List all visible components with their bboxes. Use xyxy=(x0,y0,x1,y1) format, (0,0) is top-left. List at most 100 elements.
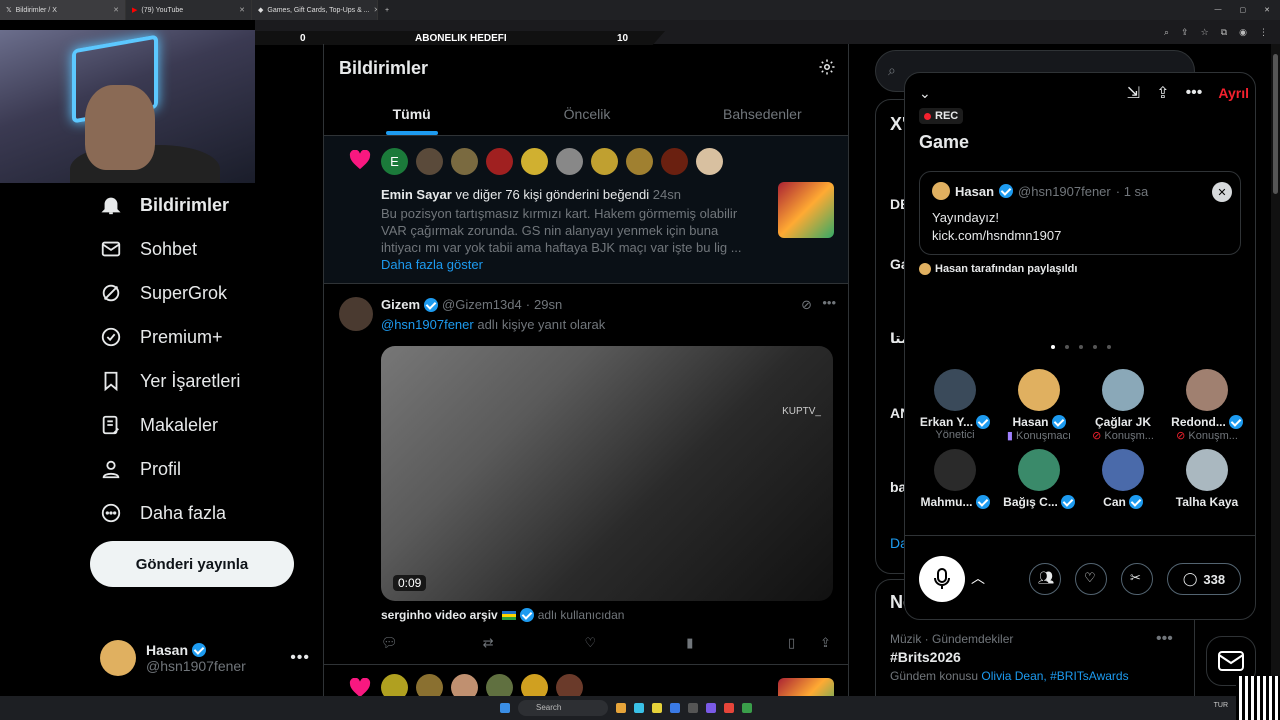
participant[interactable]: Can xyxy=(1081,449,1165,521)
sidebar-item-more[interactable]: Daha fazla xyxy=(90,491,320,535)
video-source[interactable]: serginho video arşiv adlı kullanıcıdan xyxy=(381,608,624,622)
participant[interactable]: Redond... ⊘ Konuşm... xyxy=(1165,369,1249,442)
sidebar-item-supergrok[interactable]: SuperGrok xyxy=(90,271,320,315)
post-button[interactable]: Gönderi yayınla xyxy=(90,541,294,587)
page-dot[interactable] xyxy=(1107,345,1111,349)
leave-button[interactable]: Ayrıl xyxy=(1218,85,1249,101)
profile-icon[interactable]: ◉ xyxy=(1239,27,1247,38)
video-player[interactable]: KUPTV_ 0:09 xyxy=(381,346,833,601)
menu-icon[interactable]: ⋮ xyxy=(1259,27,1268,38)
share-icon[interactable]: ⇪ xyxy=(820,635,836,651)
like-notification[interactable]: E Emin Sayar ve diğer 76 kişi gönderini … xyxy=(324,136,848,284)
participant[interactable]: Bağış C... xyxy=(997,449,1081,521)
comments-button[interactable]: ◯ 338 xyxy=(1167,563,1241,595)
people-button[interactable]: 👥︎ xyxy=(1029,563,1061,595)
show-more-link[interactable]: Daha fazla göster xyxy=(381,257,483,272)
post-thumbnail[interactable] xyxy=(778,182,834,238)
app-icon[interactable] xyxy=(616,703,626,713)
actor-name[interactable]: Emin Sayar xyxy=(381,187,452,202)
new-tab-button[interactable]: + xyxy=(378,7,396,14)
avatar[interactable] xyxy=(661,148,688,175)
clip-button[interactable]: ✂ xyxy=(1121,563,1153,595)
avatar[interactable] xyxy=(339,297,373,331)
discord-icon[interactable] xyxy=(706,703,716,713)
bookmark-icon[interactable]: ▯ xyxy=(788,635,804,651)
close-tab-icon[interactable]: ✕ xyxy=(239,6,245,14)
more-options-icon[interactable]: ••• xyxy=(822,295,836,310)
post-link[interactable]: kick.com/hsndmn1907 xyxy=(932,227,1061,245)
close-window-icon[interactable]: ✕ xyxy=(1264,6,1270,14)
app-icon[interactable] xyxy=(688,703,698,713)
share-icon[interactable]: ⇪ xyxy=(1181,27,1189,38)
participant[interactable]: Hasan ▮ Konuşmacı xyxy=(997,369,1081,442)
pinned-post[interactable]: Hasan @hsn1907fener · 1 sa ✕ Yayındayız!… xyxy=(919,171,1241,255)
avatar[interactable] xyxy=(486,148,513,175)
avatar[interactable] xyxy=(556,148,583,175)
trend-name[interactable]: #Brits2026 xyxy=(890,649,961,665)
reply-tweet[interactable]: Gizem @Gizem13d4 · 29sn ⊘ ••• @hsn1907fe… xyxy=(324,285,848,665)
tab-priority[interactable]: Öncelik xyxy=(499,96,674,135)
participant[interactable]: Çağlar JK ⊘ Konuşm... xyxy=(1081,369,1165,442)
reply-icon[interactable]: 💬︎ xyxy=(381,635,398,651)
browser-tab[interactable]: ◆ Games, Gift Cards, Top-Ups & ... ✕ xyxy=(252,0,378,20)
avatar[interactable] xyxy=(591,148,618,175)
sidebar-item-articles[interactable]: Makaleler xyxy=(90,403,320,447)
account-switcher[interactable]: Hasan @hsn1907fener ••• xyxy=(100,638,310,678)
author-name[interactable]: Gizem xyxy=(381,297,420,312)
edge-icon[interactable] xyxy=(670,703,680,713)
sidebar-item-bookmarks[interactable]: Yer İşaretleri xyxy=(90,359,320,403)
participant[interactable]: Talha Kaya xyxy=(1165,449,1249,521)
sidebar-item-chat[interactable]: Sohbet xyxy=(90,227,320,271)
share-icon[interactable]: ⇪ xyxy=(1156,83,1169,103)
mention-link[interactable]: @hsn1907fener xyxy=(381,317,474,332)
tab-mentions[interactable]: Bahsedenler xyxy=(675,96,848,135)
page-dot[interactable] xyxy=(1079,345,1083,349)
scrollbar-thumb[interactable] xyxy=(1273,54,1278,194)
participant[interactable]: Erkan Y... Yönetici xyxy=(913,369,997,441)
app-icon[interactable] xyxy=(634,703,644,713)
sidebar-item-profile[interactable]: Profil xyxy=(90,447,320,491)
minimize-icon[interactable]: — xyxy=(1215,6,1222,14)
tab-all[interactable]: Tümü xyxy=(324,96,499,135)
avatar[interactable]: E xyxy=(381,148,408,175)
mic-button[interactable] xyxy=(919,556,965,602)
chrome-icon[interactable] xyxy=(742,703,752,713)
participant[interactable]: Mahmu... xyxy=(913,449,997,521)
sidebar-item-notifications[interactable]: Bildirimler xyxy=(90,183,320,227)
more-options-icon[interactable]: ••• xyxy=(1186,84,1203,102)
chevron-up-icon[interactable]: ︿ xyxy=(971,568,985,588)
scrollbar[interactable] xyxy=(1271,44,1280,696)
page-dot[interactable] xyxy=(1065,345,1069,349)
page-dot[interactable] xyxy=(1093,345,1097,349)
language-indicator[interactable]: TUR xyxy=(1214,702,1228,709)
zoom-icon[interactable]: ⌕ xyxy=(1164,27,1169,38)
folder-icon[interactable] xyxy=(652,703,662,713)
extensions-icon[interactable]: ⧉ xyxy=(1221,27,1227,38)
star-icon[interactable]: ☆ xyxy=(1201,27,1209,38)
avatar[interactable] xyxy=(416,148,443,175)
trend-related-links[interactable]: Olivia Dean, #BRITsAwards xyxy=(981,669,1128,683)
restore-icon[interactable]: ▢ xyxy=(1240,6,1247,14)
chevron-down-icon[interactable]: ⌄ xyxy=(919,85,931,102)
minimize-space-icon[interactable]: ⇲ xyxy=(1127,83,1140,103)
more-options-icon[interactable]: ••• xyxy=(1156,630,1173,648)
browser-tab[interactable]: 𝕏 Bildirimler / X ✕ xyxy=(0,0,126,20)
close-tab-icon[interactable]: ✕ xyxy=(113,6,119,14)
page-dot[interactable] xyxy=(1051,345,1055,349)
react-button[interactable]: ♡ xyxy=(1075,563,1107,595)
views-icon[interactable]: ▮ xyxy=(686,635,702,651)
gear-icon[interactable] xyxy=(818,58,836,76)
start-icon[interactable] xyxy=(500,703,510,713)
sidebar-item-premium[interactable]: Premium+ xyxy=(90,315,320,359)
browser-tab[interactable]: ▶ (79) YouTube ✕ xyxy=(126,0,252,20)
app-icon[interactable] xyxy=(724,703,734,713)
more-options-icon[interactable]: ••• xyxy=(290,649,310,667)
avatar[interactable] xyxy=(626,148,653,175)
timestamp[interactable]: 29sn xyxy=(534,297,562,312)
avatar[interactable] xyxy=(451,148,478,175)
avatar[interactable] xyxy=(696,148,723,175)
taskbar-search[interactable]: Search xyxy=(518,700,608,716)
close-icon[interactable]: ✕ xyxy=(1212,182,1232,202)
grok-icon[interactable]: ⊘ xyxy=(801,297,812,313)
avatar[interactable] xyxy=(521,148,548,175)
